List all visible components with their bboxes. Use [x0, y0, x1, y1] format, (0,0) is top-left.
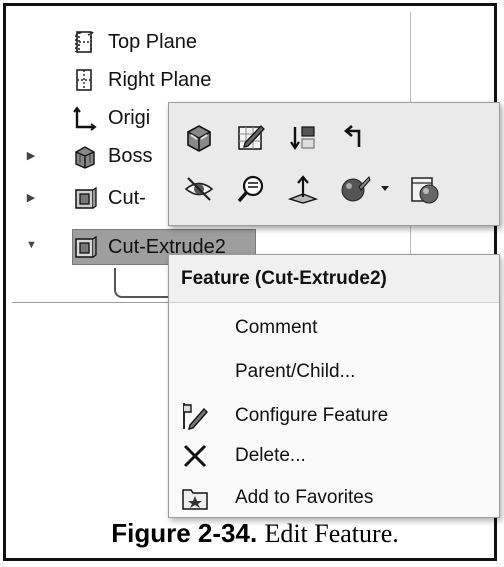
tree-item-cut-extrude1[interactable]: Cut- [72, 182, 146, 214]
context-menu: Feature (Cut-Extrude2) Comment Parent/Ch… [168, 254, 500, 518]
boss-extrude-icon [72, 143, 98, 169]
delete-icon [179, 440, 211, 472]
tree-item-label: Origi [108, 106, 151, 129]
figure-title: Edit Feature. [264, 519, 399, 548]
plane-icon [72, 67, 98, 93]
configure-feature-icon [179, 400, 211, 432]
tree-item-boss[interactable]: Boss [72, 140, 152, 172]
menu-item-label: Configure Feature [235, 405, 389, 426]
figure-frame: Top Plane Right Plane Origi ▶ Boss ▶ Cut… [3, 3, 500, 561]
rollback-icon[interactable] [283, 117, 323, 157]
tree-item-label: Right Plane [108, 68, 212, 91]
menu-item-label: Comment [235, 317, 318, 338]
tree-item-label: Top Plane [108, 30, 197, 53]
menu-item-label: Delete... [235, 445, 306, 466]
menu-item-add-to-favorites[interactable]: Add to Favorites [169, 477, 499, 519]
expand-arrow-icon[interactable]: ▶ [26, 191, 36, 204]
zoom-to-selection-icon[interactable] [231, 169, 271, 209]
tree-item-origin[interactable]: Origi [72, 102, 150, 134]
tree-item-right-plane[interactable]: Right Plane [72, 64, 211, 96]
tree-item-label: Boss [108, 144, 153, 167]
cut-extrude-icon [72, 234, 98, 260]
dropdown-arrow-icon[interactable] [375, 169, 395, 209]
tree-item-top-plane[interactable]: Top Plane [72, 26, 197, 58]
plane-icon [72, 29, 98, 55]
menu-item-label: Parent/Child... [235, 361, 356, 382]
figure-caption: Figure 2-34. Edit Feature. [6, 518, 504, 549]
menu-header: Feature (Cut-Extrude2) [169, 255, 499, 303]
figure-number: Figure 2-34. [111, 518, 258, 548]
cut-extrude-icon [72, 185, 98, 211]
expand-arrow-icon[interactable]: ▶ [26, 149, 36, 162]
tree-item-label: Cut- [108, 186, 146, 209]
menu-item-delete[interactable]: Delete... [169, 435, 499, 477]
parent-child-icon[interactable] [335, 117, 375, 157]
origin-icon [72, 105, 98, 131]
edit-feature-icon[interactable] [179, 117, 219, 157]
menu-item-comment[interactable]: Comment [169, 307, 499, 349]
collapse-arrow-icon[interactable]: ▼ [26, 239, 37, 251]
context-toolbar [168, 102, 500, 226]
normal-to-icon[interactable] [283, 169, 323, 209]
menu-item-parent-child[interactable]: Parent/Child... [169, 351, 499, 393]
favorites-icon [179, 482, 211, 514]
hide-icon[interactable] [179, 169, 219, 209]
menu-item-configure-feature[interactable]: Configure Feature [169, 395, 499, 437]
appearance-panel-icon[interactable] [405, 169, 445, 209]
menu-item-label: Add to Favorites [235, 487, 374, 508]
sketch-icon[interactable] [114, 268, 176, 298]
appearance-icon[interactable] [335, 169, 375, 209]
edit-sketch-icon[interactable] [231, 117, 271, 157]
